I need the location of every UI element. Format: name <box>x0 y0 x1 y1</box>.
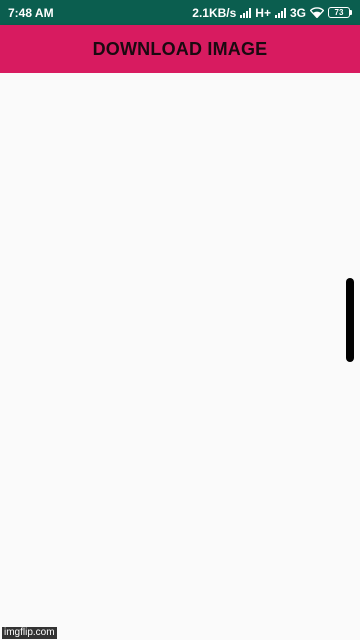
network-type-3g: 3G <box>289 5 306 20</box>
network-type-hplus: H+ <box>255 5 271 20</box>
status-indicators: 2.1KB/s H+ 3G 73 <box>192 6 352 20</box>
battery-level: 73 <box>328 7 350 18</box>
content-area[interactable] <box>0 73 360 640</box>
wifi-icon <box>310 7 324 18</box>
watermark: imgflip.com <box>2 627 57 639</box>
network-speed: 2.1KB/s <box>192 5 237 20</box>
status-time: 7:48 AM <box>8 5 54 20</box>
app-bar: DOWNLOAD IMAGE <box>0 25 360 73</box>
page-title: DOWNLOAD IMAGE <box>92 38 268 59</box>
signal-icon <box>274 7 286 18</box>
signal-icon <box>240 7 252 18</box>
battery-icon: 73 <box>328 7 352 18</box>
status-bar: 7:48 AM 2.1KB/s H+ 3G 73 <box>0 0 360 25</box>
scroll-handle[interactable] <box>346 278 354 362</box>
